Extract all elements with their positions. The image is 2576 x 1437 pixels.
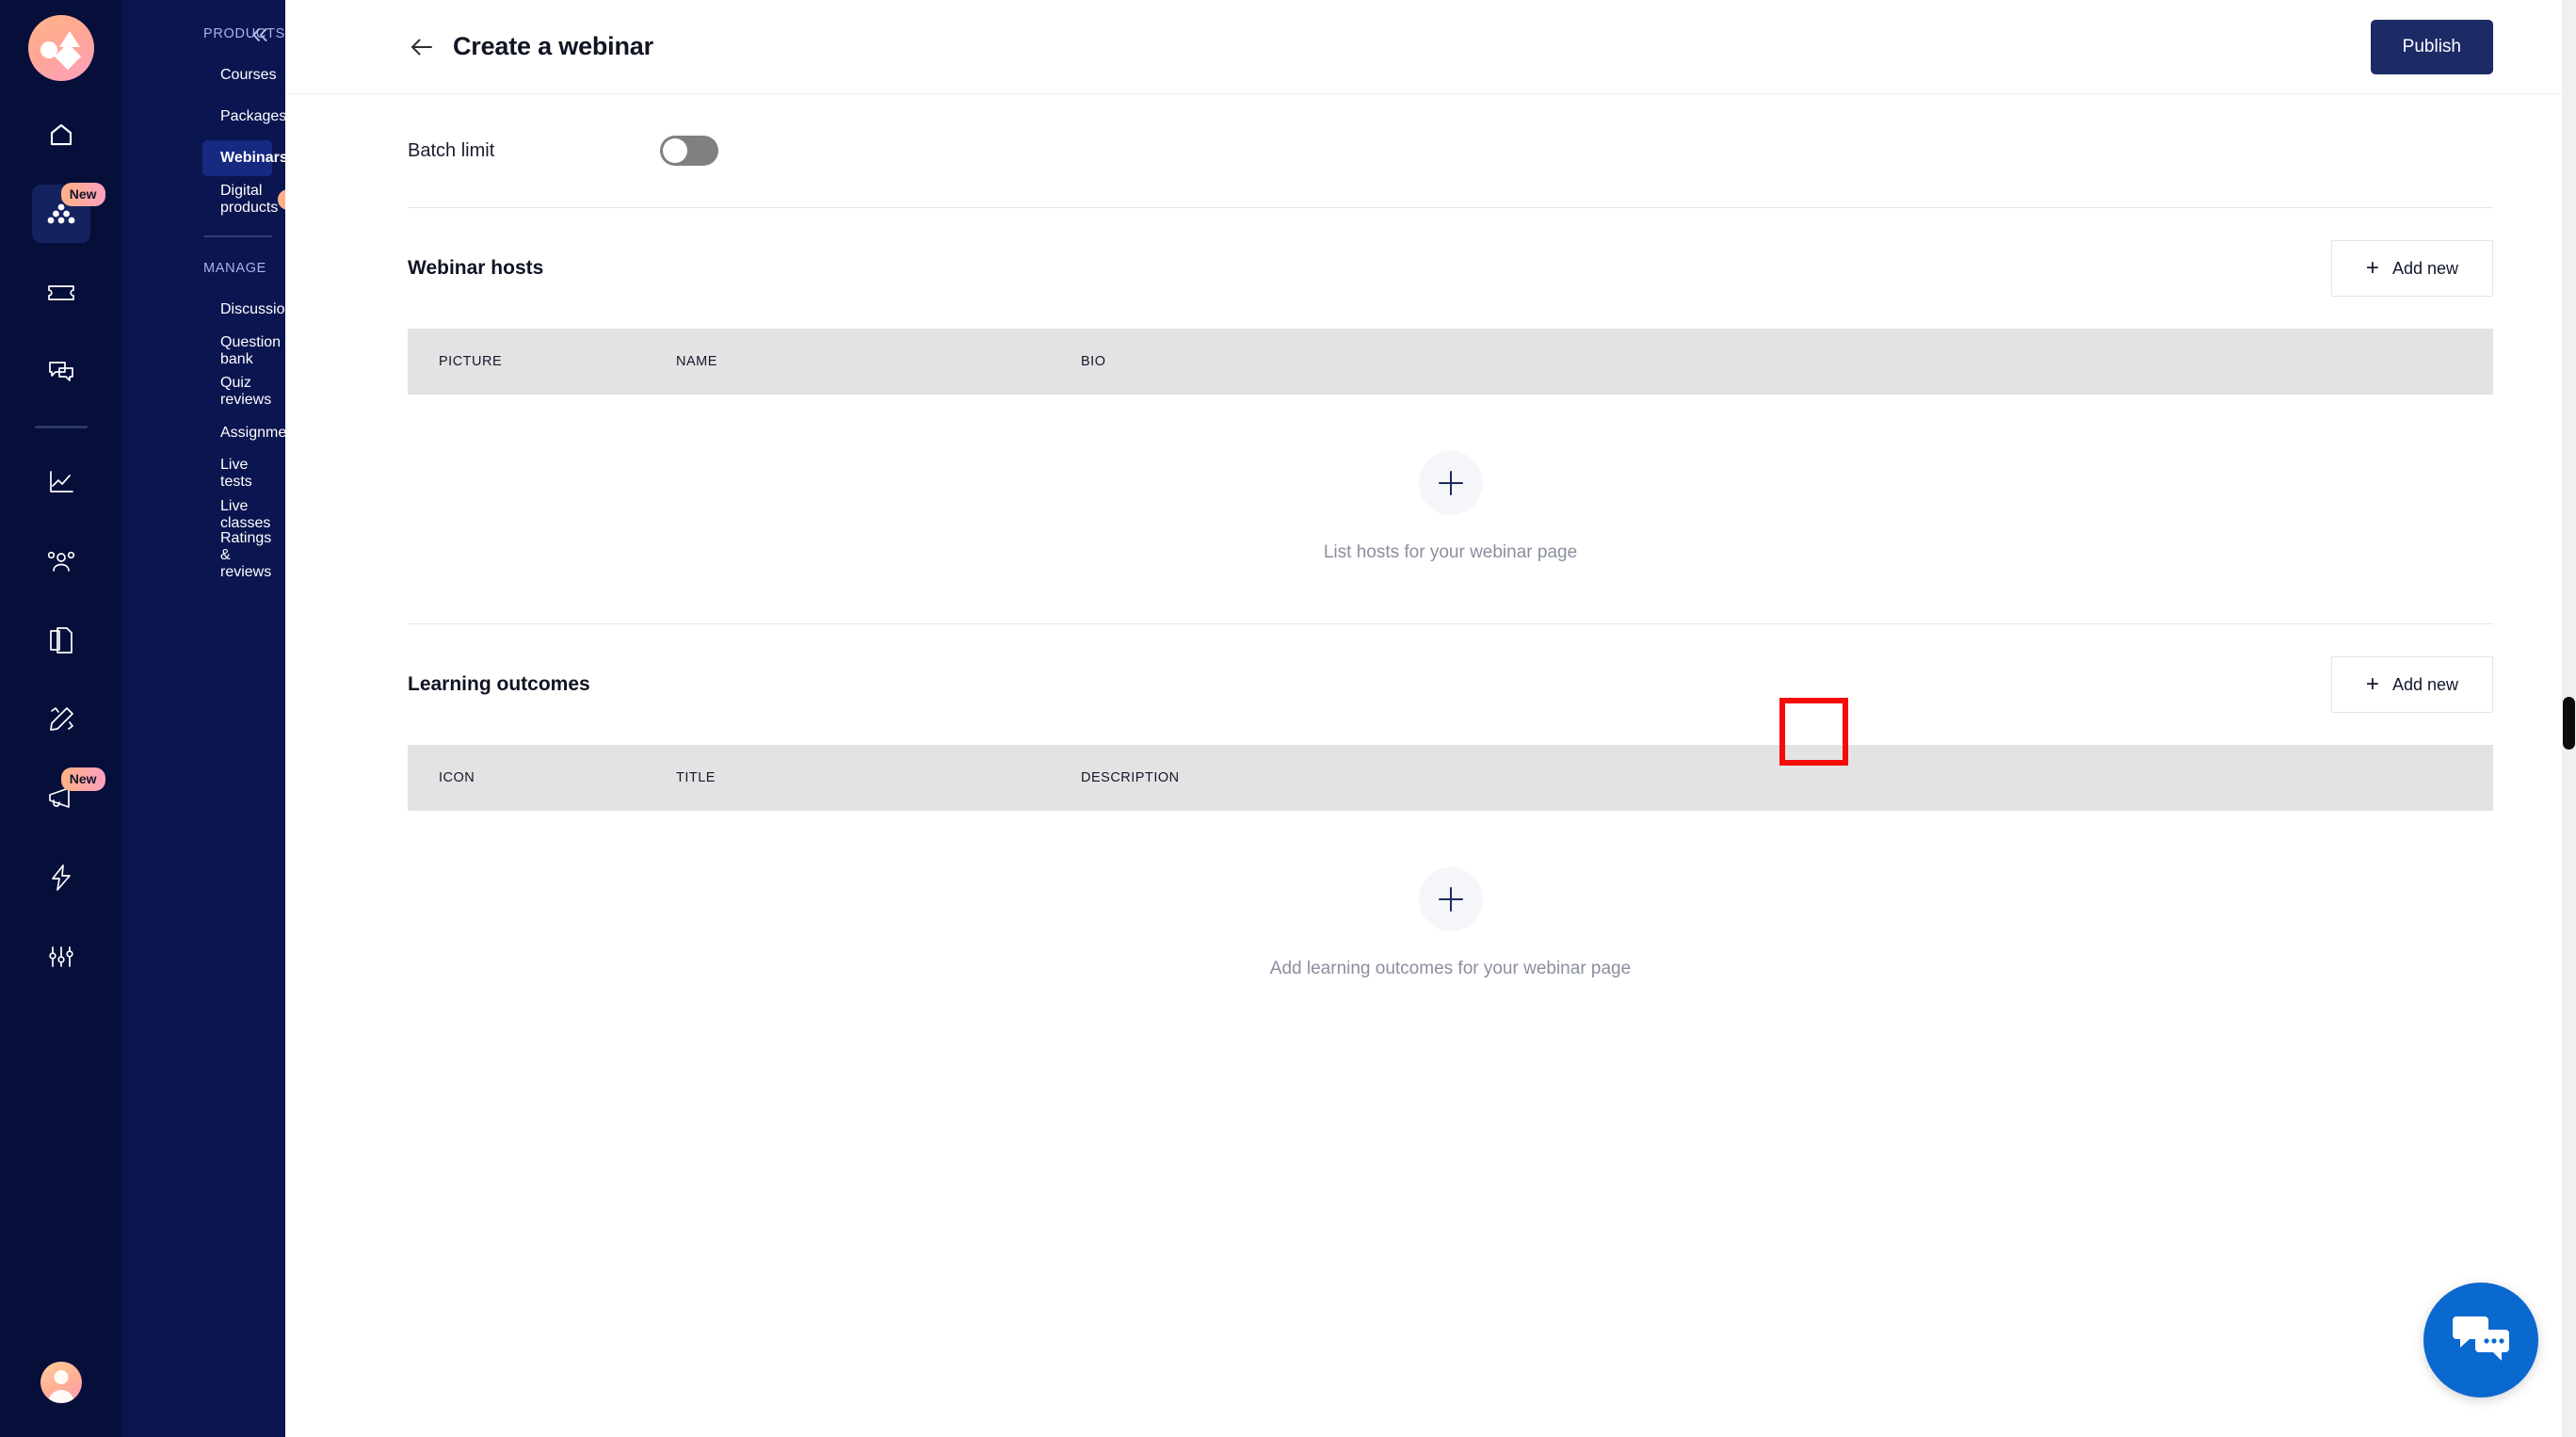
rail-item-automations[interactable] (32, 848, 90, 907)
webinar-hosts-title: Webinar hosts (408, 257, 544, 279)
learning-outcomes-add-plus-button[interactable] (1418, 867, 1483, 931)
sidebar-products-list: Courses Packages Webinars Digital produc… (202, 57, 318, 218)
sidebar-item-assignments[interactable]: Assignments (202, 415, 307, 451)
rail-divider (34, 426, 88, 428)
rail-badge-new: New (60, 767, 105, 791)
batch-limit-toggle[interactable] (660, 136, 718, 166)
sidebar-divider (203, 235, 272, 237)
learning-outcomes-empty-state: Add learning outcomes for your webinar p… (408, 811, 2493, 979)
sidebar-item-live-classes[interactable]: Live classes (202, 497, 272, 533)
sidebar-item-webinars[interactable]: Webinars (202, 140, 288, 176)
sidebar-nav-panel: PRODUCTS Courses Packages Webinars Digit… (121, 0, 318, 1437)
logo-diamond-shape (54, 42, 81, 71)
users-icon (46, 549, 76, 573)
brand-logo-icon[interactable] (27, 15, 94, 81)
back-button[interactable] (408, 33, 436, 61)
sidebar-item-discussions[interactable]: Discussions (202, 292, 300, 328)
sidebar-item-label: Ratings & reviews (220, 530, 272, 580)
sidebar-item-digital-products[interactable]: Digital products New (202, 182, 318, 218)
rail-item-home[interactable] (32, 105, 90, 164)
sidebar-section-products-label: PRODUCTS (203, 26, 285, 41)
lightning-bolt-icon (49, 864, 73, 892)
rail-item-settings[interactable] (32, 928, 90, 986)
sidebar-collapse-button[interactable] (248, 24, 272, 49)
sidebar-item-label: Packages (220, 108, 287, 124)
analytics-chart-icon (47, 469, 75, 495)
webinar-hosts-header: Webinar hosts + Add new (408, 208, 2493, 329)
column-header-icon: ICON (439, 770, 475, 785)
rail-item-design[interactable] (32, 690, 90, 749)
webinar-hosts-add-new-button[interactable]: + Add new (2330, 240, 2493, 297)
column-header-name: NAME (676, 354, 717, 369)
webinar-hosts-add-plus-button[interactable] (1418, 451, 1483, 515)
sidebar-section-manage-label: MANAGE (203, 261, 267, 276)
webinar-hosts-empty-state: List hosts for your webinar page (408, 395, 2493, 563)
app-root: New New PRODUCTS Courses Packages Webina… (0, 0, 2576, 1437)
rail-item-learners[interactable] (32, 532, 90, 590)
rail-item-coupons[interactable] (32, 264, 90, 322)
sidebar-manage-list: Discussions Question bank Quiz reviews A… (202, 292, 307, 580)
avatar-body (47, 1390, 74, 1403)
rail-badge-new: New (60, 183, 105, 206)
rail-item-pages[interactable] (32, 611, 90, 670)
chat-bubbles-icon (47, 359, 75, 385)
batch-limit-row: Batch limit (408, 94, 2493, 207)
rail-item-analytics[interactable] (32, 453, 90, 511)
avatar[interactable] (40, 1362, 82, 1403)
scrollbar-track[interactable] (2562, 0, 2576, 1437)
learning-outcomes-empty-text: Add learning outcomes for your webinar p… (1269, 959, 1632, 978)
plus-icon: + (2365, 671, 2379, 697)
add-new-label: Add new (2391, 258, 2458, 278)
sidebar-item-courses[interactable]: Courses (202, 57, 277, 93)
publish-button[interactable]: Publish (2370, 19, 2493, 74)
scrollbar-thumb[interactable] (2563, 697, 2575, 750)
page-title: Create a webinar (453, 32, 653, 60)
webinar-hosts-empty-text: List hosts for your webinar page (1323, 542, 1578, 562)
chat-support-button[interactable] (2423, 1283, 2538, 1397)
rail-item-products[interactable]: New (31, 183, 105, 243)
plus-icon (1435, 883, 1467, 915)
webinar-hosts-table-header: PICTURE NAME BIO (408, 329, 2493, 395)
rail-item-list: New New (0, 105, 121, 1007)
batch-limit-label: Batch limit (408, 139, 495, 161)
pencil-design-icon (47, 705, 75, 734)
top-bar: Create a webinar Publish (285, 0, 2576, 94)
sidebar-item-label: Live tests (220, 457, 252, 490)
rail-item-messages[interactable] (32, 343, 90, 401)
chevron-double-left-icon (250, 25, 270, 49)
sidebar-item-quiz-reviews[interactable]: Quiz reviews (202, 374, 272, 410)
icon-rail: New New (0, 0, 121, 1437)
column-header-title: TITLE (676, 770, 716, 785)
sidebar-item-question-bank[interactable]: Question bank (202, 333, 281, 369)
sidebar-item-label: Live classes (220, 497, 271, 531)
sidebar-item-live-tests[interactable]: Live tests (202, 456, 272, 492)
plus-icon (1435, 467, 1467, 499)
learning-outcomes-table-header: ICON TITLE DESCRIPTION (408, 745, 2493, 811)
home-icon (47, 121, 75, 149)
sliders-settings-icon (47, 944, 75, 970)
chat-bubbles-icon (2451, 1311, 2511, 1370)
content-area: Batch limit Webinar hosts + Add new PICT… (285, 94, 2576, 979)
learning-outcomes-title: Learning outcomes (408, 673, 590, 695)
add-new-label: Add new (2391, 674, 2458, 694)
rail-item-marketing[interactable]: New (32, 767, 105, 828)
avatar-head (54, 1370, 68, 1384)
sidebar-item-ratings-reviews[interactable]: Ratings & reviews (202, 530, 272, 580)
plus-icon: + (2365, 255, 2379, 281)
learning-outcomes-header: Learning outcomes + Add new (408, 624, 2493, 745)
sidebar-item-label: Quiz reviews (220, 375, 272, 408)
sidebar-item-label: Digital products (220, 183, 279, 216)
column-header-picture: PICTURE (439, 354, 503, 369)
sidebar-item-label: Courses (220, 67, 277, 83)
learning-outcomes-add-new-button[interactable]: + Add new (2330, 656, 2493, 713)
ticket-icon (46, 282, 76, 304)
column-header-description: DESCRIPTION (1081, 770, 1180, 785)
sidebar-item-packages[interactable]: Packages (202, 99, 286, 135)
pages-copy-icon (48, 626, 74, 654)
toggle-knob (663, 138, 687, 163)
sidebar-item-label: Webinars (220, 150, 288, 166)
column-header-bio: BIO (1081, 354, 1106, 369)
main-content: Create a webinar Publish Batch limit Web… (285, 0, 2576, 1437)
sidebar-item-label: Question bank (220, 333, 282, 367)
